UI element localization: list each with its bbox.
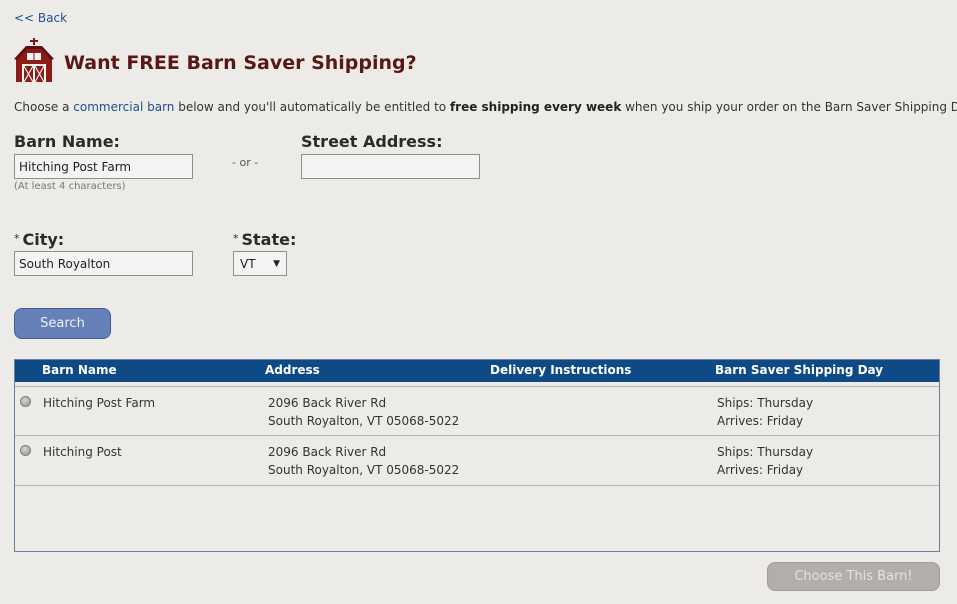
street-address-input[interactable]: [301, 154, 480, 179]
state-label: * State:: [233, 230, 297, 249]
column-header-shipping-day: Barn Saver Shipping Day: [715, 363, 884, 377]
column-header-barn-name: Barn Name: [42, 363, 117, 377]
column-header-delivery-instructions: Delivery Instructions: [490, 363, 632, 377]
state-select[interactable]: VT ▼: [233, 251, 287, 276]
commercial-barn-link[interactable]: commercial barn: [73, 100, 174, 114]
row-radio-button[interactable]: [20, 445, 31, 456]
row-ships-day: Ships: Thursday: [717, 396, 814, 410]
page-title: Want FREE Barn Saver Shipping?: [64, 52, 417, 74]
choose-barn-button[interactable]: Choose This Barn!: [767, 562, 940, 591]
barn-name-label: Barn Name:: [14, 132, 120, 151]
city-label: * City:: [14, 230, 65, 249]
required-mark: *: [14, 232, 20, 245]
row-address-line2: South Royalton, VT 05068-5022: [268, 414, 460, 428]
row-ships-day: Ships: Thursday: [717, 445, 814, 459]
or-separator: - or -: [232, 156, 259, 169]
results-table: Barn Name Address Delivery Instructions …: [14, 359, 940, 552]
intro-text: Choose a commercial barn below and you'l…: [14, 100, 957, 114]
table-row[interactable]: Hitching Post 2096 Back River Rd South R…: [15, 436, 939, 486]
row-address-line1: 2096 Back River Rd: [268, 396, 387, 410]
city-input[interactable]: [14, 251, 193, 276]
row-barn-name: Hitching Post Farm: [43, 396, 156, 410]
back-link[interactable]: << Back: [14, 11, 67, 25]
required-mark: *: [233, 232, 239, 245]
table-row[interactable]: Hitching Post Farm 2096 Back River Rd So…: [15, 386, 939, 436]
row-address-line2: South Royalton, VT 05068-5022: [268, 463, 460, 477]
barn-name-hint: (At least 4 characters): [14, 181, 126, 192]
barn-name-input[interactable]: [14, 154, 193, 179]
row-barn-name: Hitching Post: [43, 445, 122, 459]
page-heading: Want FREE Barn Saver Shipping?: [14, 38, 417, 84]
column-header-address: Address: [265, 363, 320, 377]
row-address-line1: 2096 Back River Rd: [268, 445, 387, 459]
row-arrives-day: Arrives: Friday: [717, 414, 804, 428]
barn-icon: [14, 38, 54, 83]
row-arrives-day: Arrives: Friday: [717, 463, 804, 477]
results-header: Barn Name Address Delivery Instructions …: [15, 360, 939, 382]
chevron-down-icon: ▼: [273, 258, 280, 269]
search-button[interactable]: Search: [14, 308, 111, 339]
street-address-label: Street Address:: [301, 132, 443, 151]
row-radio-button[interactable]: [20, 396, 31, 407]
state-select-value: VT: [240, 256, 256, 271]
